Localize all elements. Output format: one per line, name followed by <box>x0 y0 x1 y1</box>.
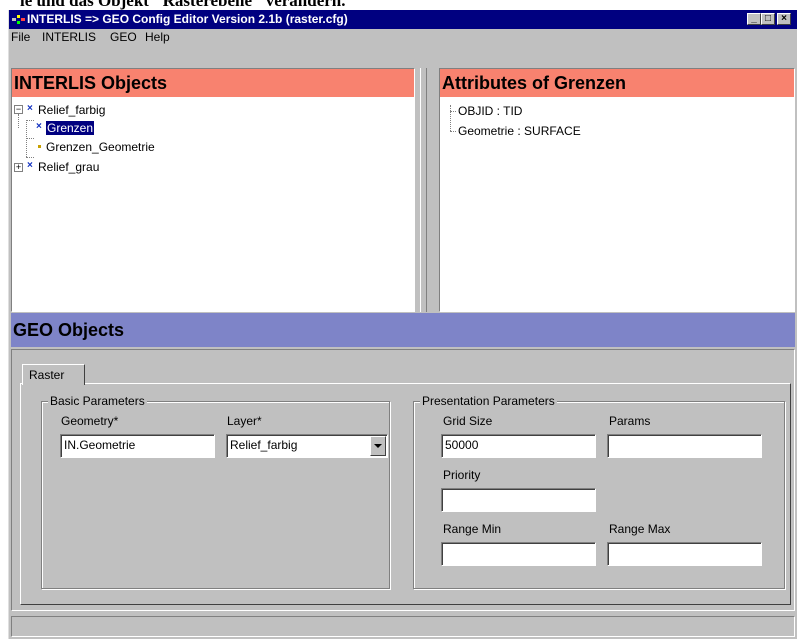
status-bar <box>11 616 795 637</box>
raster-tab-page: Basic Parameters Geometry* IN.Geometrie … <box>20 383 791 605</box>
geo-objects-area: Raster Basic Parameters Geometry* IN.Geo… <box>11 349 795 611</box>
priority-field[interactable] <box>441 488 596 512</box>
app-icon <box>12 15 25 24</box>
object-icon: × <box>27 103 33 114</box>
attribute-icon <box>38 145 41 148</box>
tree-connector <box>450 111 456 112</box>
attribute-item-objid[interactable]: OBJID : TID <box>458 104 522 118</box>
window-title: INTERLIS => GEO Config Editor Version 2.… <box>27 12 348 26</box>
layer-select-value: Relief_farbig <box>230 438 298 452</box>
geometry-field[interactable]: IN.Geometrie <box>60 434 215 458</box>
params-label: Params <box>609 414 651 428</box>
grid-size-field[interactable]: 50000 <box>441 434 596 458</box>
tree-connector <box>450 131 456 132</box>
menu-bar: File INTERLIS GEO Help <box>9 29 797 46</box>
menu-file[interactable]: File <box>11 30 30 44</box>
tab-raster[interactable]: Raster <box>22 364 85 385</box>
range-min-field[interactable] <box>441 542 596 566</box>
tree-expander-expand-icon[interactable]: + <box>14 163 23 172</box>
chevron-down-icon[interactable] <box>370 436 386 456</box>
presentation-parameters-group: Presentation Parameters Grid Size 50000 … <box>413 394 785 589</box>
range-max-label: Range Max <box>609 522 671 536</box>
params-field[interactable] <box>607 434 762 458</box>
attributes-panel: Attributes of Grenzen OBJID : TID Geomet… <box>439 68 795 312</box>
tree-expander-collapse-icon[interactable]: − <box>14 105 23 114</box>
tree-connector <box>26 138 34 139</box>
tree-item-relief-farbig[interactable]: Relief_farbig <box>38 103 105 117</box>
presentation-parameters-legend: Presentation Parameters <box>420 394 557 408</box>
layer-label: Layer* <box>227 414 262 428</box>
tree-connector <box>450 105 451 131</box>
object-icon: × <box>27 160 33 171</box>
close-button[interactable]: × <box>777 13 791 25</box>
maximize-button[interactable]: □ <box>761 13 775 25</box>
object-icon: × <box>36 121 42 132</box>
tree-connector <box>18 114 19 128</box>
range-min-label: Range Min <box>443 522 502 536</box>
attribute-item-geometrie[interactable]: Geometrie : SURFACE <box>458 124 581 138</box>
basic-parameters-legend: Basic Parameters <box>48 394 147 408</box>
grid-size-label: Grid Size <box>443 414 493 428</box>
menu-help[interactable]: Help <box>145 30 170 44</box>
range-max-field[interactable] <box>607 542 762 566</box>
geometry-label: Geometry* <box>61 414 119 428</box>
menu-geo[interactable]: GEO <box>110 30 137 44</box>
menu-interlis[interactable]: INTERLIS <box>42 30 96 44</box>
geo-objects-title: GEO Objects <box>11 313 795 347</box>
layer-select[interactable]: Relief_farbig <box>226 434 388 458</box>
tree-item-grenzen[interactable]: Grenzen <box>44 120 96 136</box>
panel-splitter[interactable] <box>418 68 428 312</box>
tree-connector <box>26 120 34 121</box>
tree-connector <box>26 157 34 158</box>
editor-window: INTERLIS => GEO Config Editor Version 2.… <box>8 10 797 639</box>
tree-item-grenzen-geometrie[interactable]: Grenzen_Geometrie <box>46 140 155 154</box>
priority-label: Priority <box>443 468 481 482</box>
splitter-handle[interactable] <box>420 68 427 312</box>
basic-parameters-group: Basic Parameters Geometry* IN.Geometrie … <box>41 394 390 589</box>
interlis-objects-panel: INTERLIS Objects − × Relief_farbig × Gre… <box>11 68 415 312</box>
attributes-title: Attributes of Grenzen <box>440 69 794 97</box>
tree-item-relief-grau[interactable]: Relief_grau <box>38 160 99 174</box>
minimize-button[interactable]: _ <box>747 13 761 25</box>
title-bar[interactable]: INTERLIS => GEO Config Editor Version 2.… <box>9 10 797 29</box>
interlis-objects-title: INTERLIS Objects <box>12 69 414 97</box>
